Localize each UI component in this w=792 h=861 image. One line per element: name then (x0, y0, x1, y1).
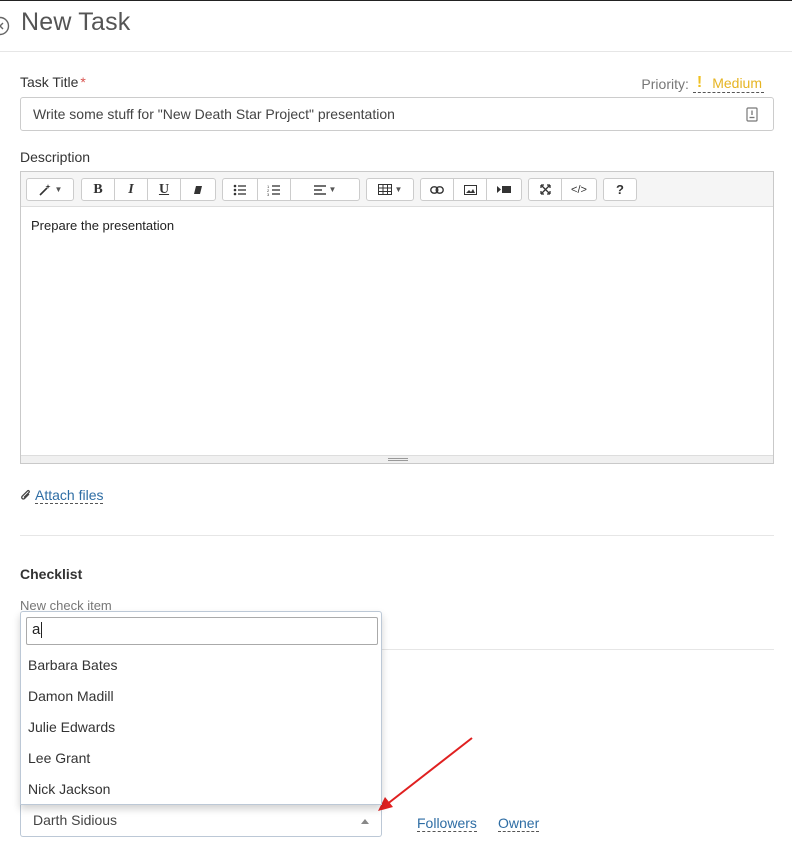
editor-content[interactable]: Prepare the presentation (21, 207, 773, 244)
link-icon (430, 185, 444, 194)
paperclip-icon (21, 489, 30, 500)
bold-button[interactable]: B (81, 178, 115, 201)
editor-resize-handle[interactable] (21, 455, 773, 463)
close-circle-icon[interactable] (0, 16, 10, 36)
task-title-value: Write some stuff for "New Death Star Pro… (33, 106, 395, 122)
attach-files-link[interactable]: Attach files (35, 487, 104, 504)
required-marker: * (80, 74, 86, 90)
user-dropdown: a Barbara Bates Damon Madill Julie Edwar… (20, 611, 382, 805)
chevron-down-icon: ▼ (394, 185, 403, 194)
paragraph-align-button[interactable]: ▼ (290, 178, 360, 201)
code-view-button[interactable]: </> (561, 178, 597, 201)
link-button[interactable] (420, 178, 454, 201)
align-left-icon (313, 184, 326, 195)
numbered-list-icon: 123 (267, 184, 280, 196)
task-title-input[interactable]: Write some stuff for "New Death Star Pro… (20, 97, 774, 131)
tab-owner[interactable]: Owner (498, 815, 540, 832)
unordered-list-button[interactable] (222, 178, 258, 201)
help-button[interactable]: ? (603, 178, 637, 201)
fullscreen-button[interactable] (528, 178, 562, 201)
italic-button[interactable]: I (114, 178, 148, 201)
priority-selector[interactable]: ! Medium (692, 74, 764, 93)
exclamation-icon: ! (696, 74, 703, 91)
priority-label: Priority: (641, 75, 689, 92)
image-icon (463, 184, 477, 195)
section-divider (20, 535, 774, 536)
expand-icon (539, 184, 551, 195)
video-button[interactable] (486, 178, 522, 201)
user-select[interactable]: Darth Sidious (20, 804, 382, 837)
table-button[interactable]: ▼ (366, 178, 414, 201)
task-title-label: Task Title * (20, 74, 86, 90)
checklist-title: Checklist (20, 566, 83, 582)
dropdown-option[interactable]: Lee Grant (21, 743, 381, 774)
dropdown-option[interactable]: Barbara Bates (21, 650, 381, 681)
user-select-value: Darth Sidious (33, 812, 118, 828)
document-icon[interactable] (746, 107, 758, 122)
tab-followers[interactable]: Followers (417, 815, 477, 832)
dropdown-option[interactable]: Damon Madill (21, 681, 381, 712)
attach-files: Attach files (20, 487, 104, 504)
eraser-icon (194, 185, 202, 194)
page-title: New Task (21, 8, 131, 36)
dropdown-search-value: a (32, 621, 41, 638)
magic-wand-icon (38, 183, 51, 196)
description-editor: ▼ B I U 123 ▼ ▼ </> ? Prepare the presen… (20, 171, 774, 464)
clear-format-button[interactable] (180, 178, 216, 201)
editor-toolbar: ▼ B I U 123 ▼ ▼ </> ? (21, 172, 773, 207)
style-button[interactable]: ▼ (26, 178, 74, 201)
annotation-arrow (378, 737, 473, 811)
dropdown-option[interactable]: Julie Edwards (21, 712, 381, 743)
dropdown-option[interactable]: Nick Jackson (21, 774, 381, 805)
dropdown-search-input[interactable]: a (26, 617, 378, 645)
bullet-list-icon (233, 184, 246, 195)
grip-icon (388, 458, 408, 461)
video-icon (497, 186, 511, 193)
description-label: Description (20, 149, 91, 165)
page-header: New Task (0, 0, 792, 52)
text-cursor (41, 622, 43, 639)
task-title-label-text: Task Title (20, 74, 79, 90)
priority-value: Medium (712, 75, 762, 91)
priority: Priority: ! Medium (641, 74, 764, 93)
dropdown-options: Barbara Bates Damon Madill Julie Edwards… (21, 650, 381, 805)
chevron-down-icon: ▼ (54, 185, 63, 194)
svg-text:3: 3 (267, 192, 270, 196)
caret-up-icon (361, 819, 369, 824)
table-icon (377, 184, 392, 195)
ordered-list-button[interactable]: 123 (257, 178, 291, 201)
underline-button[interactable]: U (147, 178, 181, 201)
image-button[interactable] (453, 178, 487, 201)
chevron-down-icon: ▼ (328, 185, 337, 194)
